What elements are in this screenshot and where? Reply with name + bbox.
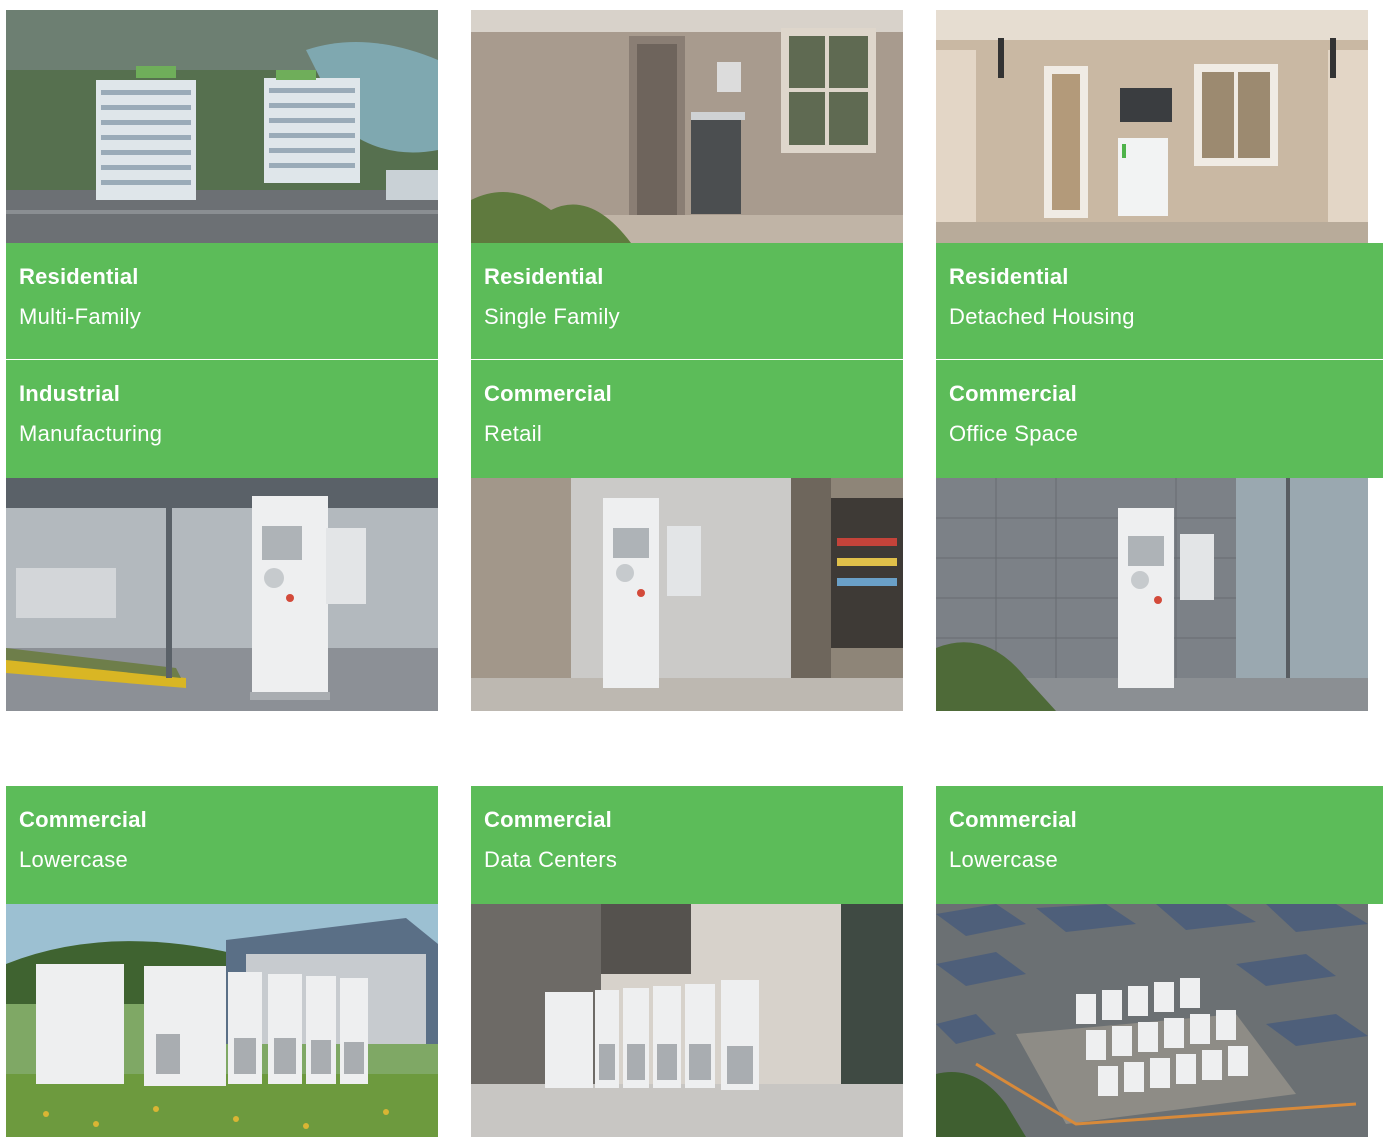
card-photo [471, 904, 903, 1137]
card-residential-single-family[interactable]: Residential Single Family [471, 10, 903, 359]
card-subtitle: Office Space [949, 421, 1079, 446]
card-subtitle: Lowercase [949, 847, 1059, 872]
card-subtitle: Detached Housing [949, 304, 1135, 329]
card-photo [6, 10, 438, 243]
card-category: Commercial [484, 807, 612, 832]
card-category: Commercial [484, 381, 612, 406]
card-category: Industrial [19, 381, 121, 406]
card-subtitle: Data Centers [484, 847, 618, 872]
card-category: Commercial [949, 381, 1077, 406]
card-residential-multi-family[interactable]: Residential Multi-Family [6, 10, 438, 359]
card-commercial-data-centers[interactable]: Commercial Data Centers [471, 786, 903, 1137]
card-photo [471, 10, 903, 243]
card-residential-detached-housing[interactable]: Residential Detached Housing [936, 10, 1383, 359]
card-photo [936, 904, 1368, 1137]
card-photo [6, 478, 438, 711]
card-subtitle: Manufacturing [19, 421, 163, 446]
card-label-band: Commercial Office Space [936, 360, 1383, 478]
card-category: Residential [484, 264, 604, 289]
card-photo [936, 478, 1368, 711]
card-label-band: Commercial Lowercase [6, 786, 438, 904]
card-subtitle: Lowercase [19, 847, 129, 872]
card-label-band: Industrial Manufacturing [6, 360, 438, 478]
card-subtitle: Retail [484, 421, 543, 446]
card-label-band: Residential Multi-Family [6, 243, 438, 359]
card-subtitle: Multi-Family [19, 304, 142, 329]
card-industrial-manufacturing[interactable]: Industrial Manufacturing [6, 360, 438, 711]
card-label-band: Commercial Lowercase [936, 786, 1383, 904]
card-subtitle: Single Family [484, 304, 620, 329]
card-photo [471, 478, 903, 711]
card-photo [936, 10, 1368, 243]
card-label-band: Commercial Retail [471, 360, 903, 478]
card-label-band: Commercial Data Centers [471, 786, 903, 904]
card-commercial-lowercase-2[interactable]: Commercial Lowercase [936, 786, 1383, 1137]
card-category: Residential [19, 264, 139, 289]
card-commercial-lowercase-1[interactable]: Commercial Lowercase [6, 786, 438, 1137]
card-photo [6, 904, 438, 1137]
card-commercial-office-space[interactable]: Commercial Office Space [936, 360, 1383, 711]
card-label-band: Residential Detached Housing [936, 243, 1383, 359]
card-category: Residential [949, 264, 1069, 289]
card-commercial-retail[interactable]: Commercial Retail [471, 360, 903, 711]
card-category: Commercial [949, 807, 1077, 832]
card-label-band: Residential Single Family [471, 243, 903, 359]
card-category: Commercial [19, 807, 147, 832]
